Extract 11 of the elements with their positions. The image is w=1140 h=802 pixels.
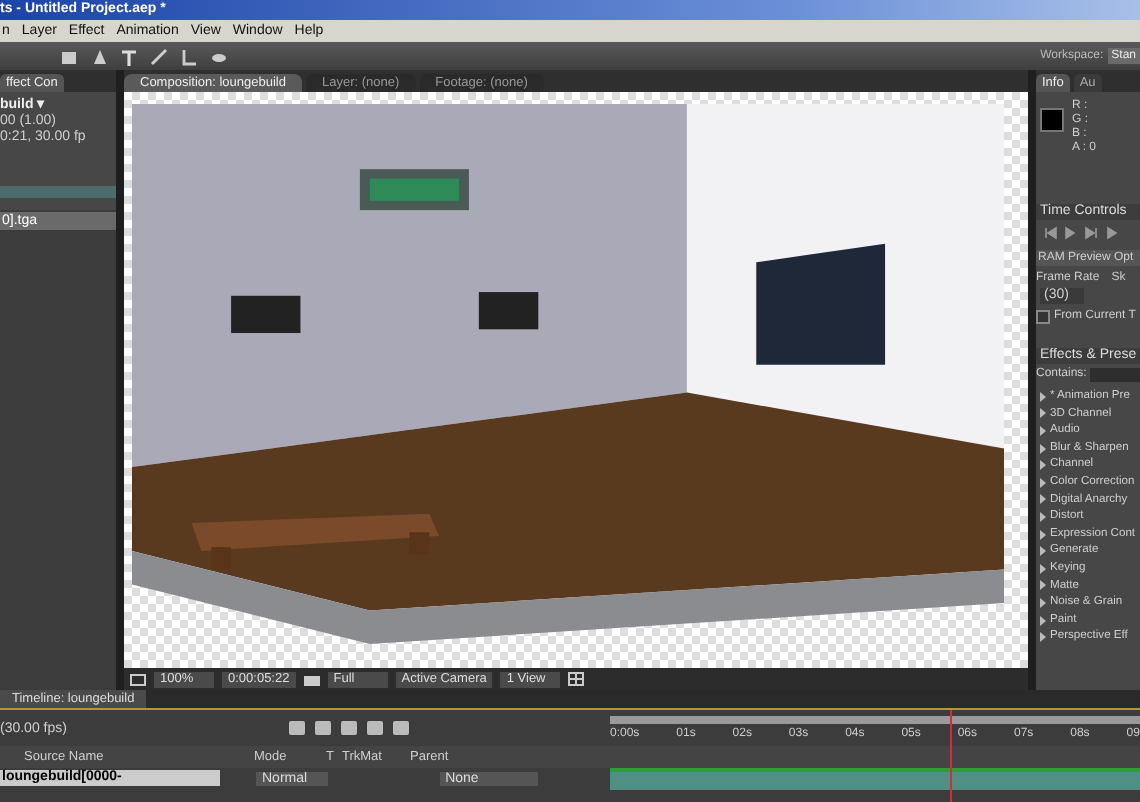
playback-controls-icon[interactable] — [1042, 226, 1122, 240]
search-field[interactable] — [1090, 367, 1140, 381]
camera-icon[interactable] — [303, 672, 320, 686]
grid-icon[interactable] — [568, 672, 585, 686]
color-swatch — [1040, 108, 1064, 132]
text-tool-icon[interactable] — [120, 47, 138, 65]
playhead-marker[interactable] — [949, 710, 952, 802]
thumbnail-strip — [0, 186, 116, 198]
snapshot-icon[interactable] — [130, 672, 146, 686]
rectangle-tool-icon[interactable] — [60, 47, 78, 65]
checkbox[interactable] — [1036, 309, 1050, 323]
